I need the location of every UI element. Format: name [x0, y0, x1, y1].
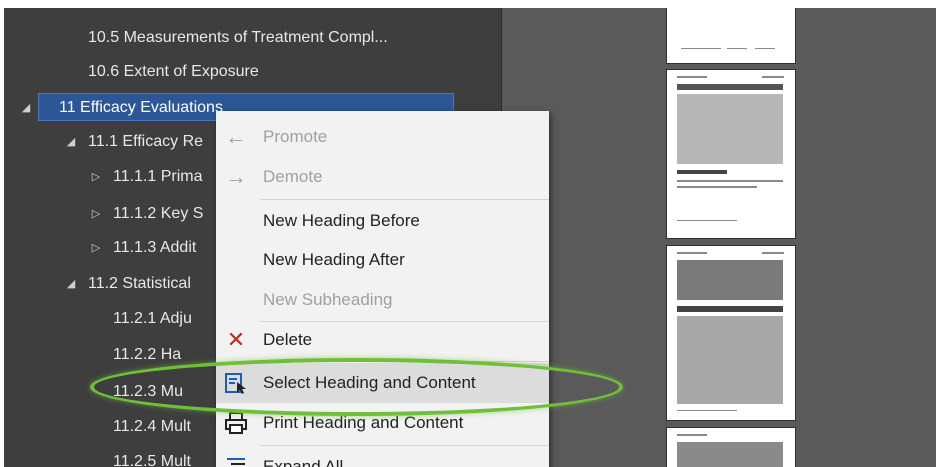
expand-triangle-icon[interactable]: ▷: [89, 200, 103, 228]
nav-heading-11-2-1[interactable]: 11.2.1 Adju: [113, 305, 192, 333]
menu-item-label: Promote: [263, 127, 328, 146]
page-thumbnail[interactable]: [667, 70, 795, 238]
menu-item-label: New Subheading: [263, 290, 393, 309]
nav-heading-11-1-2[interactable]: ▷ 11.1.2 Key S: [92, 200, 204, 228]
nav-heading-11-2-4[interactable]: 11.2.4 Mult: [113, 413, 191, 441]
menu-separator: [260, 361, 549, 362]
nav-heading-11-2-3[interactable]: 11.2.3 Mu: [113, 378, 183, 406]
page-thumbnail[interactable]: [667, 246, 795, 420]
page-thumbnail[interactable]: [667, 8, 795, 63]
nav-heading-label: 11.2.4 Mult: [113, 418, 191, 435]
expand-triangle-icon[interactable]: ▷: [89, 163, 103, 191]
menu-item-label: Expand All: [263, 457, 344, 467]
delete-x-icon: ✕: [226, 327, 246, 352]
arrow-left-icon: ←: [225, 124, 247, 149]
nav-heading-11-1-1[interactable]: ▷ 11.1.1 Prima: [92, 163, 203, 191]
nav-heading-11-2-5[interactable]: 11.2.5 Mult: [113, 448, 191, 467]
menu-separator: [260, 445, 549, 446]
nav-heading-label: 11.2.2 Ha: [113, 346, 182, 363]
nav-heading-label: 11.1.1 Prima: [113, 168, 203, 185]
nav-heading-label: 11.1.3 Addit: [113, 239, 197, 256]
select-content-icon: [222, 369, 250, 397]
menu-item-label: Delete: [263, 330, 313, 349]
arrow-right-icon: →: [225, 164, 247, 189]
menu-item-new-subheading[interactable]: New Subheading: [216, 280, 549, 320]
nav-heading-label: 11 Efficacy Evaluations: [59, 99, 223, 116]
menu-item-label: Demote: [263, 167, 323, 186]
menu-item-delete[interactable]: ✕ Delete: [216, 320, 549, 360]
menu-item-new-heading-before[interactable]: New Heading Before: [216, 201, 549, 241]
context-menu: ← Promote → Demote New Heading Before Ne…: [216, 111, 549, 467]
collapse-triangle-icon[interactable]: ◢: [64, 270, 78, 298]
menu-item-expand-all[interactable]: Expand All: [216, 447, 549, 467]
expand-all-icon: [222, 453, 250, 467]
word-window-region: 10.5 Measurements of Treatment Compl... …: [4, 8, 936, 467]
nav-heading-label: 11.2.3 Mu: [113, 383, 183, 400]
collapse-triangle-icon[interactable]: ◢: [19, 94, 33, 122]
menu-item-label: Select Heading and Content: [263, 373, 476, 392]
page-thumbnails-pane: [502, 8, 936, 467]
menu-item-promote[interactable]: ← Promote: [216, 117, 549, 157]
nav-heading-10-6[interactable]: 10.6 Extent of Exposure: [88, 58, 259, 86]
menu-item-demote[interactable]: → Demote: [216, 157, 549, 197]
nav-heading-label: 11.2 Statistical: [88, 275, 191, 292]
nav-heading-11-1[interactable]: ◢ 11.1 Efficacy Re: [67, 128, 204, 156]
nav-heading-11-1-3[interactable]: ▷ 11.1.3 Addit: [92, 234, 197, 262]
printer-icon: [222, 409, 250, 437]
nav-heading-label: 10.5 Measurements of Treatment Compl...: [88, 29, 388, 46]
nav-heading-label: 11.2.5 Mult: [113, 453, 191, 467]
menu-item-label: Print Heading and Content: [263, 413, 464, 432]
nav-heading-10-5[interactable]: 10.5 Measurements of Treatment Compl...: [88, 24, 388, 52]
nav-heading-label: 11.2.1 Adju: [113, 310, 192, 327]
collapse-triangle-icon[interactable]: ◢: [64, 128, 78, 156]
menu-separator: [260, 199, 549, 200]
nav-heading-label: 11.1.2 Key S: [113, 205, 204, 222]
menu-item-select-heading-and-content[interactable]: Select Heading and Content: [216, 363, 549, 403]
menu-item-new-heading-after[interactable]: New Heading After: [216, 240, 549, 280]
menu-item-label: New Heading Before: [263, 211, 420, 230]
nav-heading-label: 10.6 Extent of Exposure: [88, 63, 259, 80]
page-thumbnail[interactable]: [667, 428, 795, 467]
menu-item-label: New Heading After: [263, 250, 405, 269]
menu-item-print-heading-and-content[interactable]: Print Heading and Content: [216, 403, 549, 443]
expand-triangle-icon[interactable]: ▷: [89, 234, 103, 262]
nav-heading-label: 11.1 Efficacy Re: [88, 133, 204, 150]
nav-heading-11-2-2[interactable]: 11.2.2 Ha: [113, 341, 181, 369]
nav-heading-11-2[interactable]: ◢ 11.2 Statistical: [67, 270, 191, 298]
